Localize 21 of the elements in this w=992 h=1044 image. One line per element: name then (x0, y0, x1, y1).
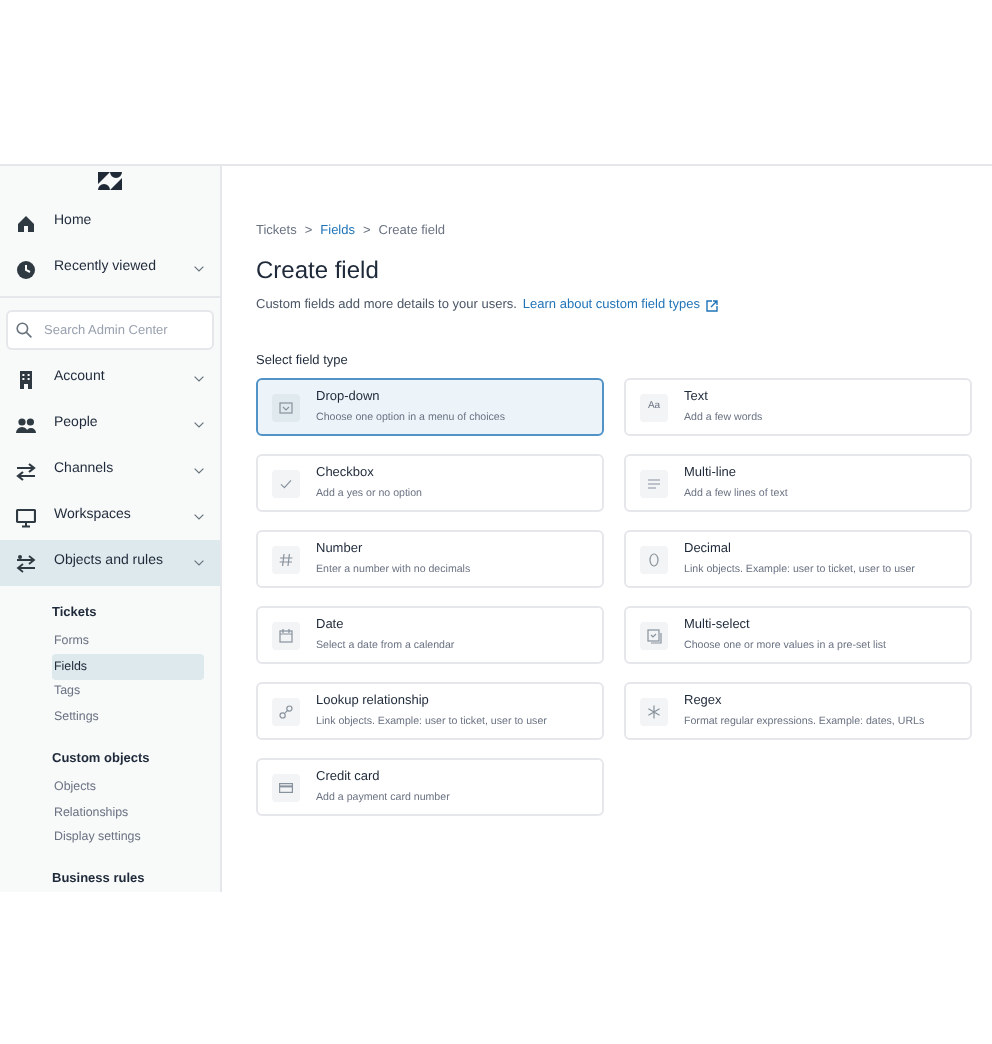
field-type-icon (640, 697, 668, 726)
field-type-icon (272, 545, 300, 574)
logo-icon (98, 172, 122, 190)
external-link-icon (705, 299, 718, 312)
field-type-icon (272, 393, 300, 422)
field-type-icon (272, 469, 300, 498)
field-type-icon (640, 545, 668, 574)
nav-icon (16, 507, 36, 527)
field-type-icon (640, 469, 668, 498)
nav-icon (16, 461, 36, 481)
nav-icon (16, 553, 36, 573)
field-type-icon (272, 697, 300, 726)
page-title: Create field (256, 253, 381, 288)
search-icon (16, 322, 32, 338)
nav-icon (16, 213, 36, 233)
field-type-icon (272, 621, 300, 650)
nav-icon (16, 259, 36, 279)
nav-icon (16, 415, 36, 435)
field-type-icon (640, 621, 668, 650)
field-type-icon (272, 773, 300, 802)
nav-icon (16, 369, 36, 389)
